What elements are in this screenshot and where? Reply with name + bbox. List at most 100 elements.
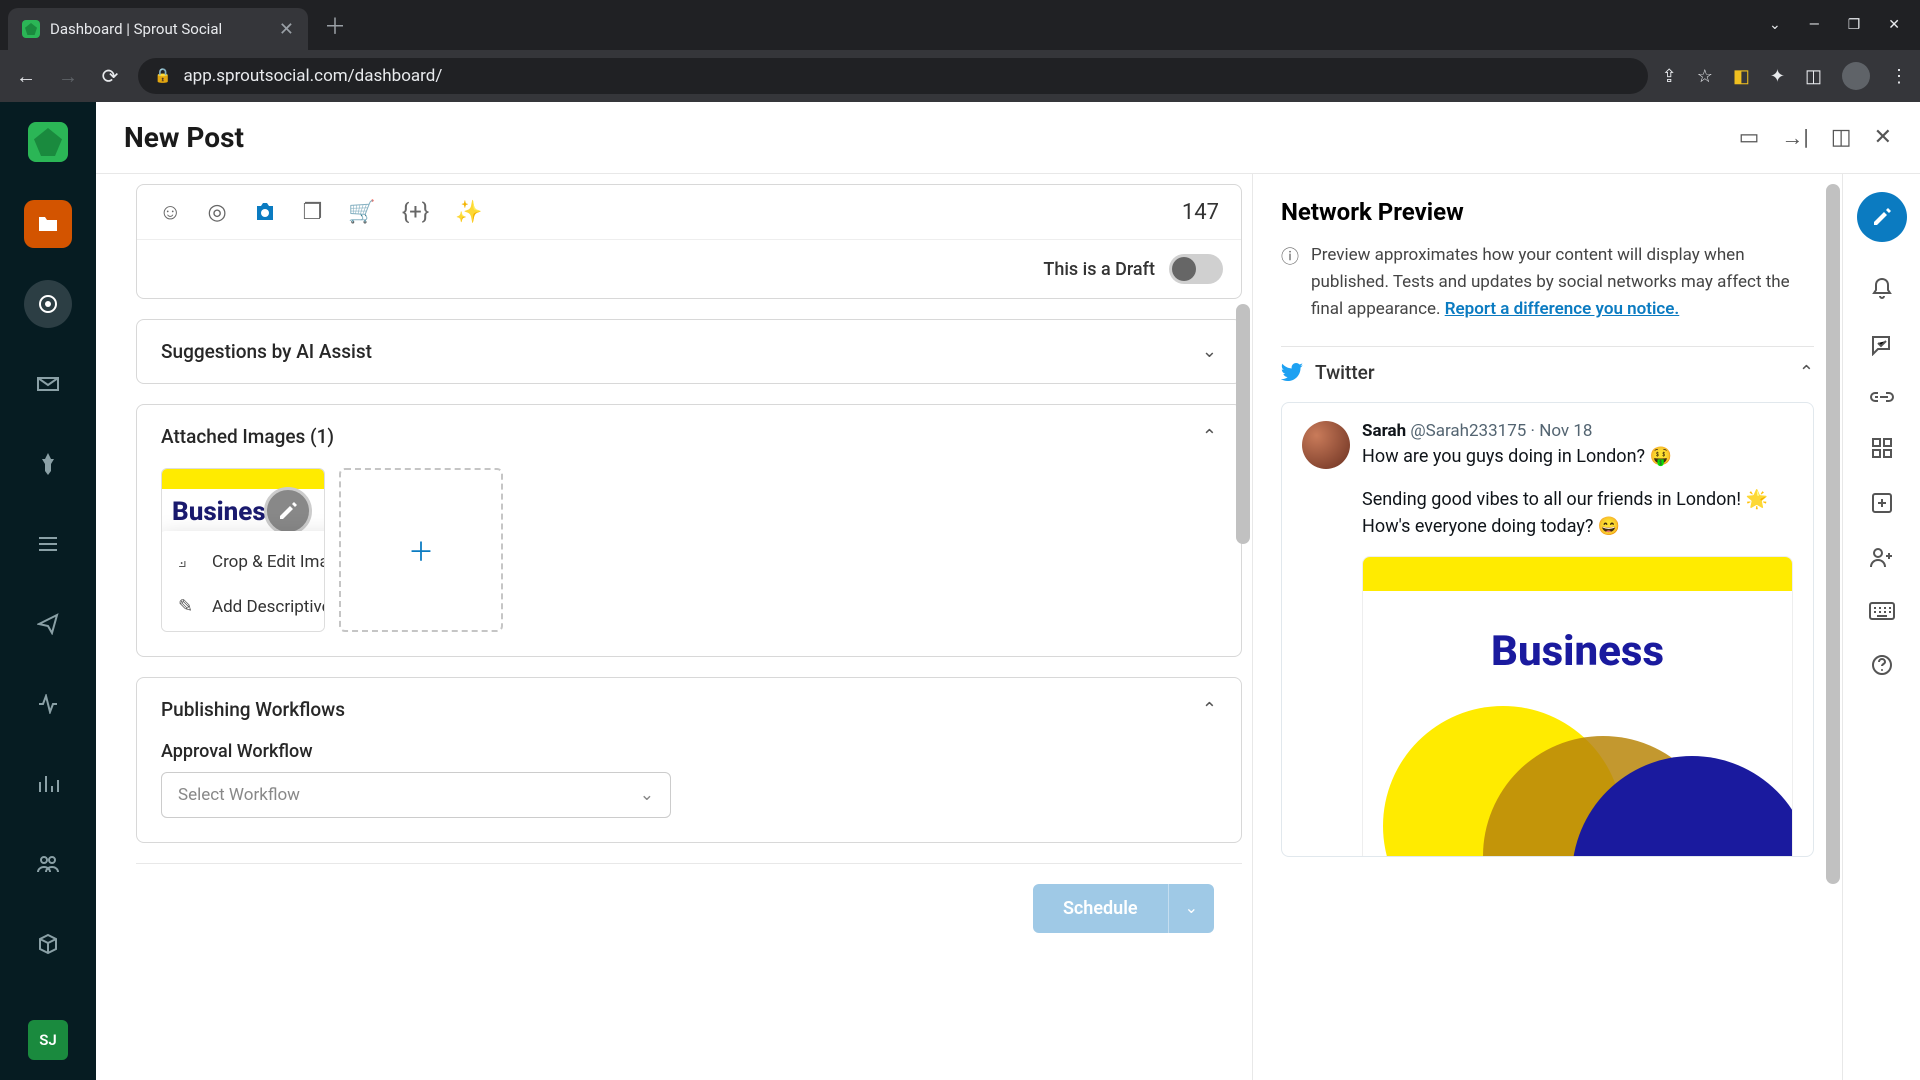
composer-column: ☺ ◎ ❐ 🛒 {+} ✨ 147 This is a Draft [96, 174, 1252, 1080]
forward-icon: → [54, 64, 82, 89]
tweet-line1: How are you guys doing in London? 🤑 [1362, 443, 1793, 470]
back-icon[interactable]: ← [12, 64, 40, 89]
info-icon: ⓘ [1281, 244, 1299, 324]
extensions-icon[interactable]: ✦ [1770, 66, 1785, 87]
nav-inbox-icon[interactable] [24, 360, 72, 408]
nav-send-icon[interactable] [24, 600, 72, 648]
help-icon[interactable] [1871, 654, 1893, 676]
suggestions-title: Suggestions by AI Assist [161, 340, 372, 363]
sprout-logo[interactable] [28, 122, 68, 162]
report-link[interactable]: Report a difference you notice. [1445, 299, 1680, 319]
suggestions-header[interactable]: Suggestions by AI Assist ⌄ [137, 320, 1241, 383]
crop-menu-item[interactable]: ⟓ Crop & Edit Image [161, 539, 325, 584]
attached-header[interactable]: Attached Images (1) ⌃ [137, 405, 1241, 468]
publishing-header[interactable]: Publishing Workflows ⌃ [137, 678, 1241, 741]
copy-icon[interactable]: ❐ [303, 200, 323, 225]
network-header[interactable]: Twitter ⌃ [1281, 346, 1814, 398]
preview-scrollbar[interactable] [1826, 184, 1840, 1024]
tweet-preview: Sarah @Sarah233175 · Nov 18 How are you … [1281, 402, 1814, 857]
add-user-icon[interactable] [1869, 548, 1895, 568]
attached-title: Attached Images (1) [161, 425, 334, 448]
page-title: New Post [124, 121, 244, 154]
tweet-meta: Sarah @Sarah233175 · Nov 18 [1362, 421, 1793, 441]
link-icon[interactable] [1870, 390, 1894, 404]
emoji-icon[interactable]: ☺ [159, 199, 181, 225]
cart-icon[interactable]: 🛒 [348, 200, 375, 225]
kebab-menu-icon[interactable]: ⋮ [1890, 66, 1908, 87]
user-badge[interactable]: SJ [28, 1020, 68, 1060]
publishing-title: Publishing Workflows [161, 698, 345, 721]
nav-pulse-icon[interactable] [24, 680, 72, 728]
char-count: 147 [1182, 200, 1219, 225]
url-bar[interactable]: 🔒 app.sproutsocial.com/dashboard/ [138, 58, 1648, 94]
camera-icon[interactable] [253, 202, 277, 222]
close-composer-icon[interactable]: ✕ [1874, 125, 1892, 150]
chevron-up-icon: ⌃ [1799, 362, 1814, 383]
tab-title: Dashboard | Sprout Social [50, 20, 269, 38]
profile-avatar[interactable] [1842, 62, 1870, 90]
sprout-favicon [22, 20, 40, 38]
maximize-icon[interactable]: ❐ [1848, 17, 1861, 33]
reload-icon[interactable]: ⟳ [96, 64, 124, 88]
network-name: Twitter [1315, 361, 1375, 384]
tab-dropdown-icon[interactable]: ⌄ [1769, 17, 1781, 33]
tweet-body: How are you guys doing in London? 🤑 Send… [1362, 443, 1793, 540]
nav-pin-icon[interactable] [24, 440, 72, 488]
share-icon[interactable]: ⇪ [1662, 66, 1677, 87]
sparkle-icon[interactable]: ✨ [455, 200, 482, 225]
window-controls: ⌄ ― ❐ ✕ [1769, 17, 1912, 33]
left-nav-rail: SJ [0, 102, 96, 1080]
remove-menu-item[interactable]: 🗑 Remove Image [161, 629, 325, 632]
compose-fab[interactable] [1857, 192, 1907, 242]
edit-icon: ✎ [178, 596, 198, 617]
page-header: New Post ▭ →| ◫ ✕ [96, 102, 1920, 174]
nav-cube-icon[interactable] [24, 920, 72, 968]
draft-toggle[interactable] [1169, 254, 1223, 284]
schedule-button[interactable]: Schedule [1033, 884, 1168, 933]
image-context-menu: ⟓ Crop & Edit Image ✎ Add Descriptive Te… [161, 531, 325, 632]
collapse-icon[interactable]: →| [1781, 125, 1808, 151]
nav-analytics-icon[interactable] [24, 760, 72, 808]
crop-label: Crop & Edit Image [212, 552, 325, 572]
main-area: New Post ▭ →| ◫ ✕ ☺ ◎ ❐ [96, 102, 1920, 1080]
composer-scrollbar[interactable] [1236, 184, 1250, 924]
tweet-date: Nov 18 [1539, 421, 1592, 441]
keyboard-icon[interactable] [1869, 602, 1895, 620]
minimize-composer-icon[interactable]: ▭ [1739, 125, 1760, 150]
lock-icon: 🔒 [154, 68, 171, 84]
workflow-placeholder: Select Workflow [178, 785, 300, 805]
bell-icon[interactable] [1871, 276, 1893, 300]
new-tab-button[interactable]: ＋ [324, 9, 346, 41]
nav-folder-icon[interactable] [24, 200, 72, 248]
approval-label: Approval Workflow [161, 741, 1217, 762]
variable-icon[interactable]: {+} [402, 200, 429, 225]
nav-list-icon[interactable] [24, 520, 72, 568]
tweet-line2: Sending good vibes to all our friends in… [1362, 486, 1793, 540]
target-icon[interactable]: ◎ [207, 200, 226, 225]
composer-footer: Schedule ⌄ [136, 863, 1242, 953]
schedule-dropdown-button[interactable]: ⌄ [1168, 884, 1214, 933]
browser-tab[interactable]: Dashboard | Sprout Social ✕ [8, 8, 308, 50]
tweet-image-text: Business [1491, 627, 1664, 676]
preview-column: Network Preview ⓘ Preview approximates h… [1252, 174, 1842, 1080]
nav-people-icon[interactable] [24, 840, 72, 888]
side-panel-icon[interactable]: ◫ [1805, 66, 1822, 87]
reply-icon[interactable] [1870, 334, 1894, 356]
bookmark-icon[interactable]: ☆ [1697, 66, 1713, 87]
nav-compose-icon[interactable] [24, 280, 72, 328]
preview-title: Network Preview [1281, 198, 1814, 226]
add-panel-icon[interactable] [1871, 492, 1893, 514]
panel-icon[interactable]: ◫ [1831, 125, 1852, 150]
minimize-icon[interactable]: ― [1809, 17, 1820, 33]
alt-text-menu-item[interactable]: ✎ Add Descriptive Text [161, 584, 325, 629]
draft-label: This is a Draft [1043, 259, 1155, 280]
apps-icon[interactable] [1872, 438, 1892, 458]
close-window-icon[interactable]: ✕ [1888, 17, 1900, 33]
edit-image-button[interactable] [264, 487, 312, 535]
workflow-select[interactable]: Select Workflow ⌄ [161, 772, 671, 818]
image-thumbnail[interactable]: Business ⟓ Crop & Edit Image [161, 468, 325, 632]
add-image-slot[interactable]: ＋ [339, 468, 503, 632]
thumb-yellow-bar [162, 469, 324, 489]
close-tab-icon[interactable]: ✕ [279, 19, 294, 40]
puzzle-extension-icon[interactable]: ◧ [1733, 66, 1750, 87]
